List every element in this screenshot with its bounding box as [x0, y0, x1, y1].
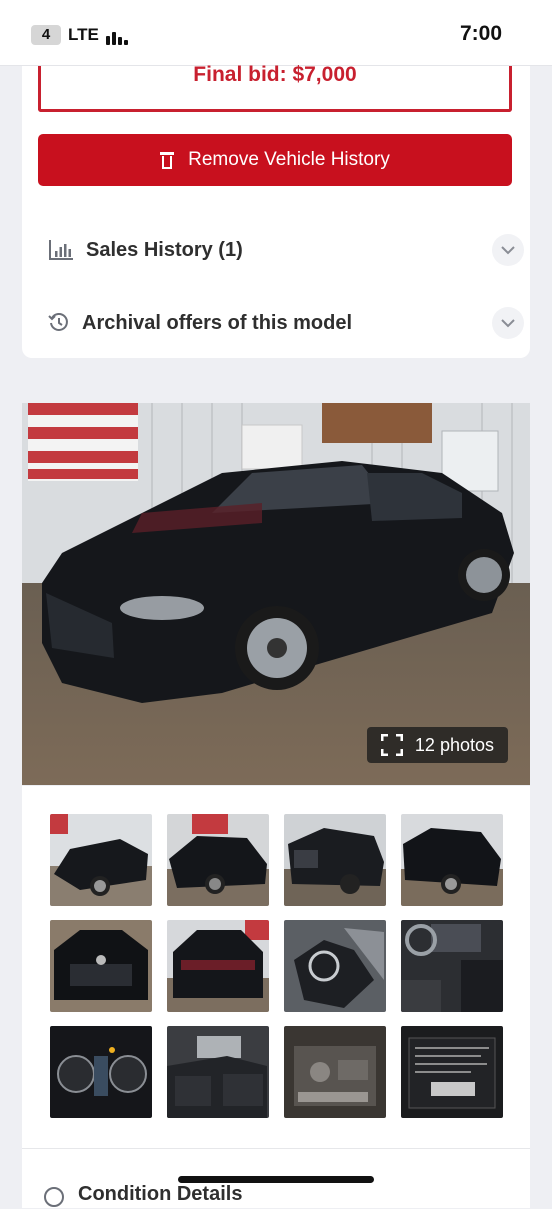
- trash-icon: [160, 151, 175, 169]
- sim-indicator: 4: [31, 25, 61, 45]
- condition-details-label: Condition Details: [78, 1183, 243, 1205]
- auction-info-card: Final bid: $7,000 Remove Vehicle History…: [22, 63, 530, 358]
- archival-offers-label: Archival offers of this model: [82, 311, 353, 334]
- main-vehicle-photo[interactable]: 12 photos: [22, 403, 530, 785]
- car-check-icon: [44, 1187, 64, 1207]
- clock: 7:00: [459, 22, 502, 45]
- final-bid-box: Final bid: $7,000: [38, 63, 512, 112]
- sales-history-label: Sales History (1): [86, 238, 243, 261]
- remove-vehicle-history-button[interactable]: Remove Vehicle History: [38, 134, 512, 186]
- chevron-down-icon[interactable]: [492, 234, 524, 266]
- fullscreen-icon: [380, 734, 403, 756]
- home-indicator[interactable]: [178, 1176, 374, 1183]
- sales-history-accordion[interactable]: Sales History (1): [48, 230, 524, 270]
- thumbnail[interactable]: [401, 920, 503, 1012]
- thumbnail[interactable]: [284, 920, 386, 1012]
- thumbnail-grid: [22, 786, 530, 1148]
- photo-count-button[interactable]: 12 photos: [366, 727, 508, 763]
- thumbnail[interactable]: [167, 1026, 269, 1118]
- thumbnail[interactable]: [284, 1026, 386, 1118]
- thumbnail[interactable]: [401, 814, 503, 906]
- history-icon: [48, 313, 68, 331]
- remove-vehicle-history-label: Remove Vehicle History: [188, 149, 390, 170]
- status-bar: 4 LTE 7:00: [0, 0, 552, 66]
- thumbnail[interactable]: [50, 1026, 152, 1118]
- thumbnail[interactable]: [401, 1026, 503, 1118]
- chevron-down-icon[interactable]: [492, 307, 524, 339]
- photo-count-label: 12 photos: [414, 734, 494, 755]
- signal-icon: [106, 29, 128, 45]
- final-bid: Final bid: $7,000: [193, 63, 357, 86]
- archival-offers-accordion[interactable]: Archival offers of this model: [48, 303, 524, 343]
- thumbnail[interactable]: [50, 920, 152, 1012]
- network-type: LTE: [68, 25, 99, 44]
- bar-chart-icon: [49, 240, 73, 260]
- thumbnail[interactable]: [167, 814, 269, 906]
- thumbnail[interactable]: [284, 814, 386, 906]
- thumbnail[interactable]: [167, 920, 269, 1012]
- thumbnail[interactable]: [50, 814, 152, 906]
